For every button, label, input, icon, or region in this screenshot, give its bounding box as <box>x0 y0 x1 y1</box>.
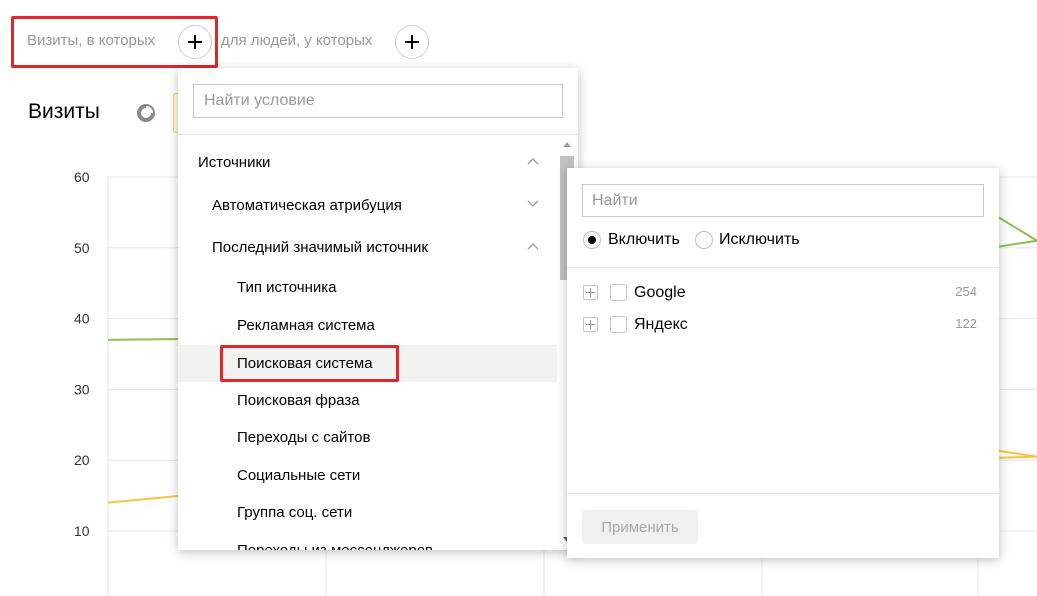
condition-search-input[interactable] <box>193 84 563 118</box>
visits-condition-label: Визиты, в которых <box>27 32 156 49</box>
tree-item-label: Источники <box>198 154 271 171</box>
chevron-up-icon <box>527 158 539 165</box>
chevron-down-icon <box>527 200 539 207</box>
value-search-input[interactable] <box>582 184 984 217</box>
exclude-label[interactable]: Исключить <box>719 230 800 250</box>
y-tick-label-40: 40 <box>74 311 90 327</box>
add-visit-condition-button[interactable] <box>178 25 212 59</box>
scroll-up-arrow-icon[interactable] <box>563 142 571 147</box>
tree-item-label: Переходы из мессенджеров <box>237 542 433 550</box>
tree-item-label: Тип источника <box>237 279 337 296</box>
subpanel-pointer <box>559 360 567 376</box>
tree-item-label: Рекламная система <box>237 317 375 334</box>
tree-item-search-engine[interactable]: Поисковая система <box>178 345 557 382</box>
subpanel-divider <box>567 267 999 268</box>
expand-yandex-icon[interactable] <box>583 317 598 332</box>
value-row-count: 122 <box>955 316 977 331</box>
value-row-label[interactable]: Google <box>634 283 686 303</box>
tree-item-site-referrals[interactable]: Переходы с сайтов <box>178 419 557 456</box>
tree-item-messenger-referrals[interactable]: Переходы из мессенджеров <box>178 532 557 550</box>
y-tick-label-20: 20 <box>74 452 90 468</box>
google-checkbox[interactable] <box>610 284 627 301</box>
search-engine-values-panel: Включить Исключить Google 254 Яндекс 122… <box>567 168 999 558</box>
y-tick-label-30: 30 <box>74 381 90 397</box>
report-title: Визиты <box>28 100 100 123</box>
tree-item-label: Автоматическая атрибуция <box>212 197 402 214</box>
condition-dropdown: Источники Автоматическая атрибуция После… <box>178 68 578 550</box>
value-row-label[interactable]: Яндекс <box>634 315 688 335</box>
y-tick-label-10: 10 <box>74 523 90 539</box>
tree-item-last-significant-source[interactable]: Последний значимый источник <box>178 229 557 266</box>
include-radio[interactable] <box>583 231 601 249</box>
subpanel-footer-divider <box>567 493 999 494</box>
apply-button[interactable]: Применить <box>582 510 698 544</box>
tree-item-search-phrase[interactable]: Поисковая фраза <box>178 382 557 419</box>
yandex-checkbox[interactable] <box>610 316 627 333</box>
tree-item-label: Социальные сети <box>237 467 361 484</box>
tree-item-social-group[interactable]: Группа соц. сети <box>178 494 557 531</box>
people-condition-label: для людей, у которых <box>221 32 373 49</box>
y-tick-label-60: 60 <box>74 169 90 185</box>
tree-item-label: Поисковая фраза <box>237 392 360 409</box>
expand-google-icon[interactable] <box>583 285 598 300</box>
tree-item-social-networks[interactable]: Социальные сети <box>178 457 557 494</box>
include-label[interactable]: Включить <box>608 230 680 250</box>
y-tick-label-50: 50 <box>74 240 90 256</box>
tree-item-label: Последний значимый источник <box>212 239 428 256</box>
tree-item-sources[interactable]: Источники <box>178 144 557 181</box>
chart-type-icon[interactable] <box>137 104 155 122</box>
tree-item-auto-attribution[interactable]: Автоматическая атрибуция <box>178 187 557 224</box>
tree-item-label: Группа соц. сети <box>237 504 353 521</box>
tree-item-label: Поисковая система <box>237 355 373 372</box>
tree-item-label: Переходы с сайтов <box>237 429 371 446</box>
exclude-radio[interactable] <box>695 231 713 249</box>
chevron-up-icon <box>527 243 539 250</box>
value-row-count: 254 <box>955 284 977 299</box>
tree-item-source-type[interactable]: Тип источника <box>178 269 557 306</box>
add-people-condition-button[interactable] <box>395 25 429 59</box>
dropdown-divider <box>178 134 578 135</box>
tree-item-ad-system[interactable]: Рекламная система <box>178 307 557 344</box>
